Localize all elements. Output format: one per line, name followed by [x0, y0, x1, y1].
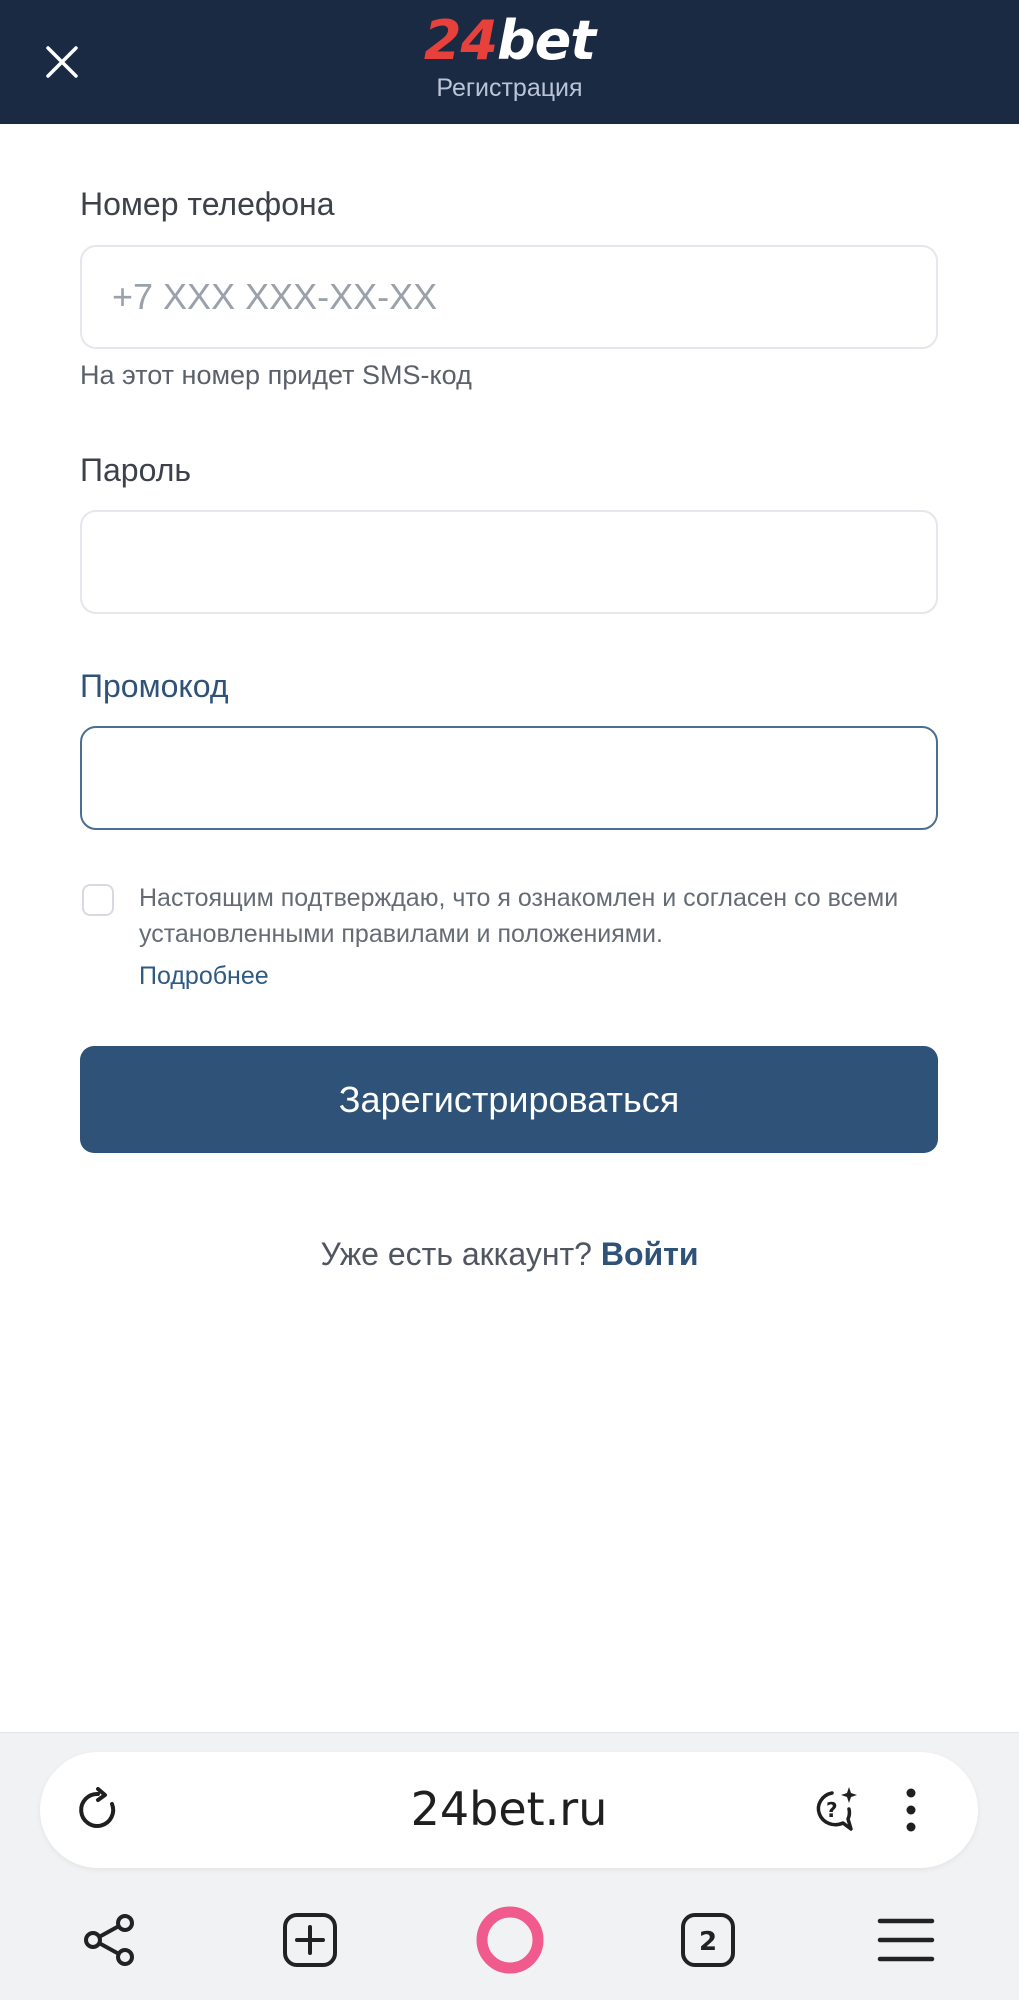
ai-chat-button[interactable]: ?: [804, 1782, 864, 1838]
login-prompt: Уже есть аккаунт?: [320, 1236, 592, 1272]
more-vertical-icon: [906, 1788, 916, 1832]
logo-text: bet: [497, 9, 596, 72]
login-row: Уже есть аккаунт? Войти: [0, 1236, 1019, 1273]
tabs-icon: 2: [681, 1913, 735, 1967]
svg-text:?: ?: [826, 1798, 838, 1822]
register-button[interactable]: Зарегистрироваться: [80, 1046, 938, 1153]
assistant-button[interactable]: [474, 1904, 546, 1976]
more-button[interactable]: [896, 1782, 926, 1838]
menu-icon: [877, 1918, 935, 1962]
new-tab-button[interactable]: [278, 1908, 342, 1972]
promo-label: Промокод: [80, 668, 229, 704]
address-bar[interactable]: 24bet.ru ?: [40, 1752, 978, 1868]
phone-input[interactable]: [80, 245, 938, 349]
tabs-button[interactable]: 2: [676, 1908, 740, 1972]
agreement-checkbox[interactable]: [82, 884, 114, 916]
phone-label: Номер телефона: [80, 186, 335, 222]
tab-count: 2: [699, 1927, 717, 1957]
password-label: Пароль: [80, 452, 192, 488]
assistant-icon: [476, 1906, 544, 1974]
phone-hint: На этот номер придет SMS-код: [80, 360, 472, 390]
agreement-text: Настоящим подтверждаю, что я ознакомлен …: [139, 884, 899, 948]
brand-logo: 24bet: [0, 10, 1019, 72]
ai-chat-icon: ?: [816, 1787, 857, 1831]
header-bar: 24bet Регистрация: [0, 0, 1019, 124]
share-button[interactable]: [78, 1908, 142, 1972]
password-input[interactable]: [80, 510, 938, 614]
menu-button[interactable]: [874, 1908, 938, 1972]
page-title: Регистрация: [436, 74, 583, 102]
logo-number: 24: [423, 9, 498, 72]
promo-input[interactable]: [80, 726, 938, 830]
login-link[interactable]: Войти: [601, 1236, 699, 1272]
more-link[interactable]: Подробнее: [139, 962, 269, 991]
new-tab-icon: [283, 1913, 337, 1967]
share-icon: [84, 1914, 134, 1966]
